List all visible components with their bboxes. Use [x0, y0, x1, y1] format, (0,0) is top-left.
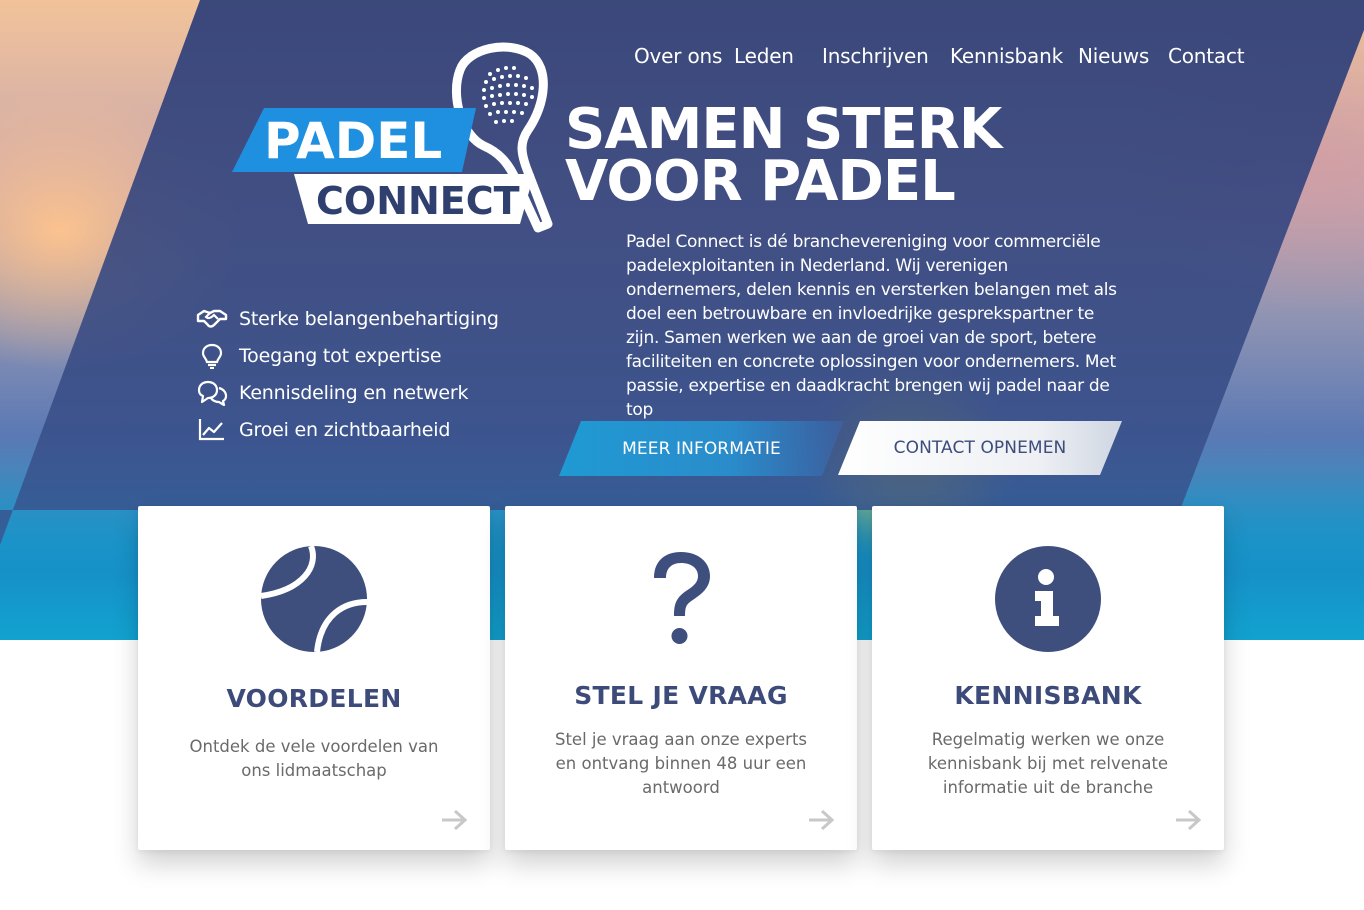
nav-item-leden[interactable]: Leden — [734, 44, 794, 68]
arrow-right-icon[interactable] — [1174, 808, 1202, 832]
contact-opnemen-button[interactable]: CONTACT OPNEMEN — [838, 421, 1122, 475]
card-stel-je-vraag[interactable]: STEL JE VRAAG Stel je vraag aan onze exp… — [505, 506, 857, 850]
card-title: STEL JE VRAAG — [574, 681, 788, 710]
card-voordelen[interactable]: VOORDELEN Ontdek de vele voordelen van o… — [138, 506, 490, 850]
feature-item: Toegang tot expertise — [196, 337, 526, 374]
hero-headline-line2: VOOR PADEL — [565, 149, 956, 214]
padel-connect-logo[interactable]: PADEL CONNECT — [228, 42, 558, 237]
handshake-icon — [196, 306, 228, 332]
card-title: KENNISBANK — [954, 681, 1142, 710]
question-mark-icon — [505, 548, 857, 648]
nav-item-contact[interactable]: Contact — [1168, 44, 1245, 68]
arrow-right-icon[interactable] — [807, 808, 835, 832]
nav-item-inschrijven[interactable]: Inschrijven — [822, 44, 929, 68]
feature-label: Sterke belangenbehartiging — [239, 307, 499, 330]
card-title: VOORDELEN — [226, 684, 402, 713]
logo-text-connect: CONNECT — [316, 179, 520, 223]
hero-headline: SAMEN STERK VOOR PADEL — [565, 102, 1125, 214]
chat-bubbles-icon — [196, 380, 228, 406]
info-icon — [872, 544, 1224, 654]
main-nav: Over ons Leden Inschrijven Kennisbank Ni… — [0, 44, 1364, 74]
growth-chart-icon — [196, 417, 228, 443]
feature-list: Sterke belangenbehartiging Toegang tot e… — [196, 300, 526, 448]
feature-label: Kennisdeling en netwerk — [239, 381, 469, 404]
card-text: Regelmatig werken we onze kennisbank bij… — [927, 730, 1169, 797]
card-text: Ontdek de vele voordelen van ons lidmaat… — [189, 737, 439, 780]
meer-informatie-button[interactable]: MEER INFORMATIE — [559, 421, 844, 476]
nav-item-nieuws[interactable]: Nieuws — [1078, 44, 1149, 68]
card-kennisbank[interactable]: KENNISBANK Regelmatig werken we onze ken… — [872, 506, 1224, 850]
hero-intro-text: Padel Connect is dé branchevereniging vo… — [626, 232, 1117, 420]
arrow-right-icon[interactable] — [440, 808, 468, 832]
feature-item: Kennisdeling en netwerk — [196, 374, 526, 411]
lightbulb-icon — [196, 343, 228, 369]
feature-item: Sterke belangenbehartiging — [196, 300, 526, 337]
feature-label: Groei en zichtbaarheid — [239, 418, 451, 441]
feature-label: Toegang tot expertise — [239, 344, 442, 367]
feature-item: Groei en zichtbaarheid — [196, 411, 526, 448]
padel-connect-logo-graphic: PADEL CONNECT — [232, 42, 553, 233]
nav-item-over-ons[interactable]: Over ons — [634, 44, 722, 68]
tennis-ball-icon — [138, 544, 490, 654]
logo-text-padel: PADEL — [264, 112, 442, 170]
nav-item-kennisbank[interactable]: Kennisbank — [950, 44, 1063, 68]
card-text: Stel je vraag aan onze experts en ontvan… — [554, 730, 808, 797]
